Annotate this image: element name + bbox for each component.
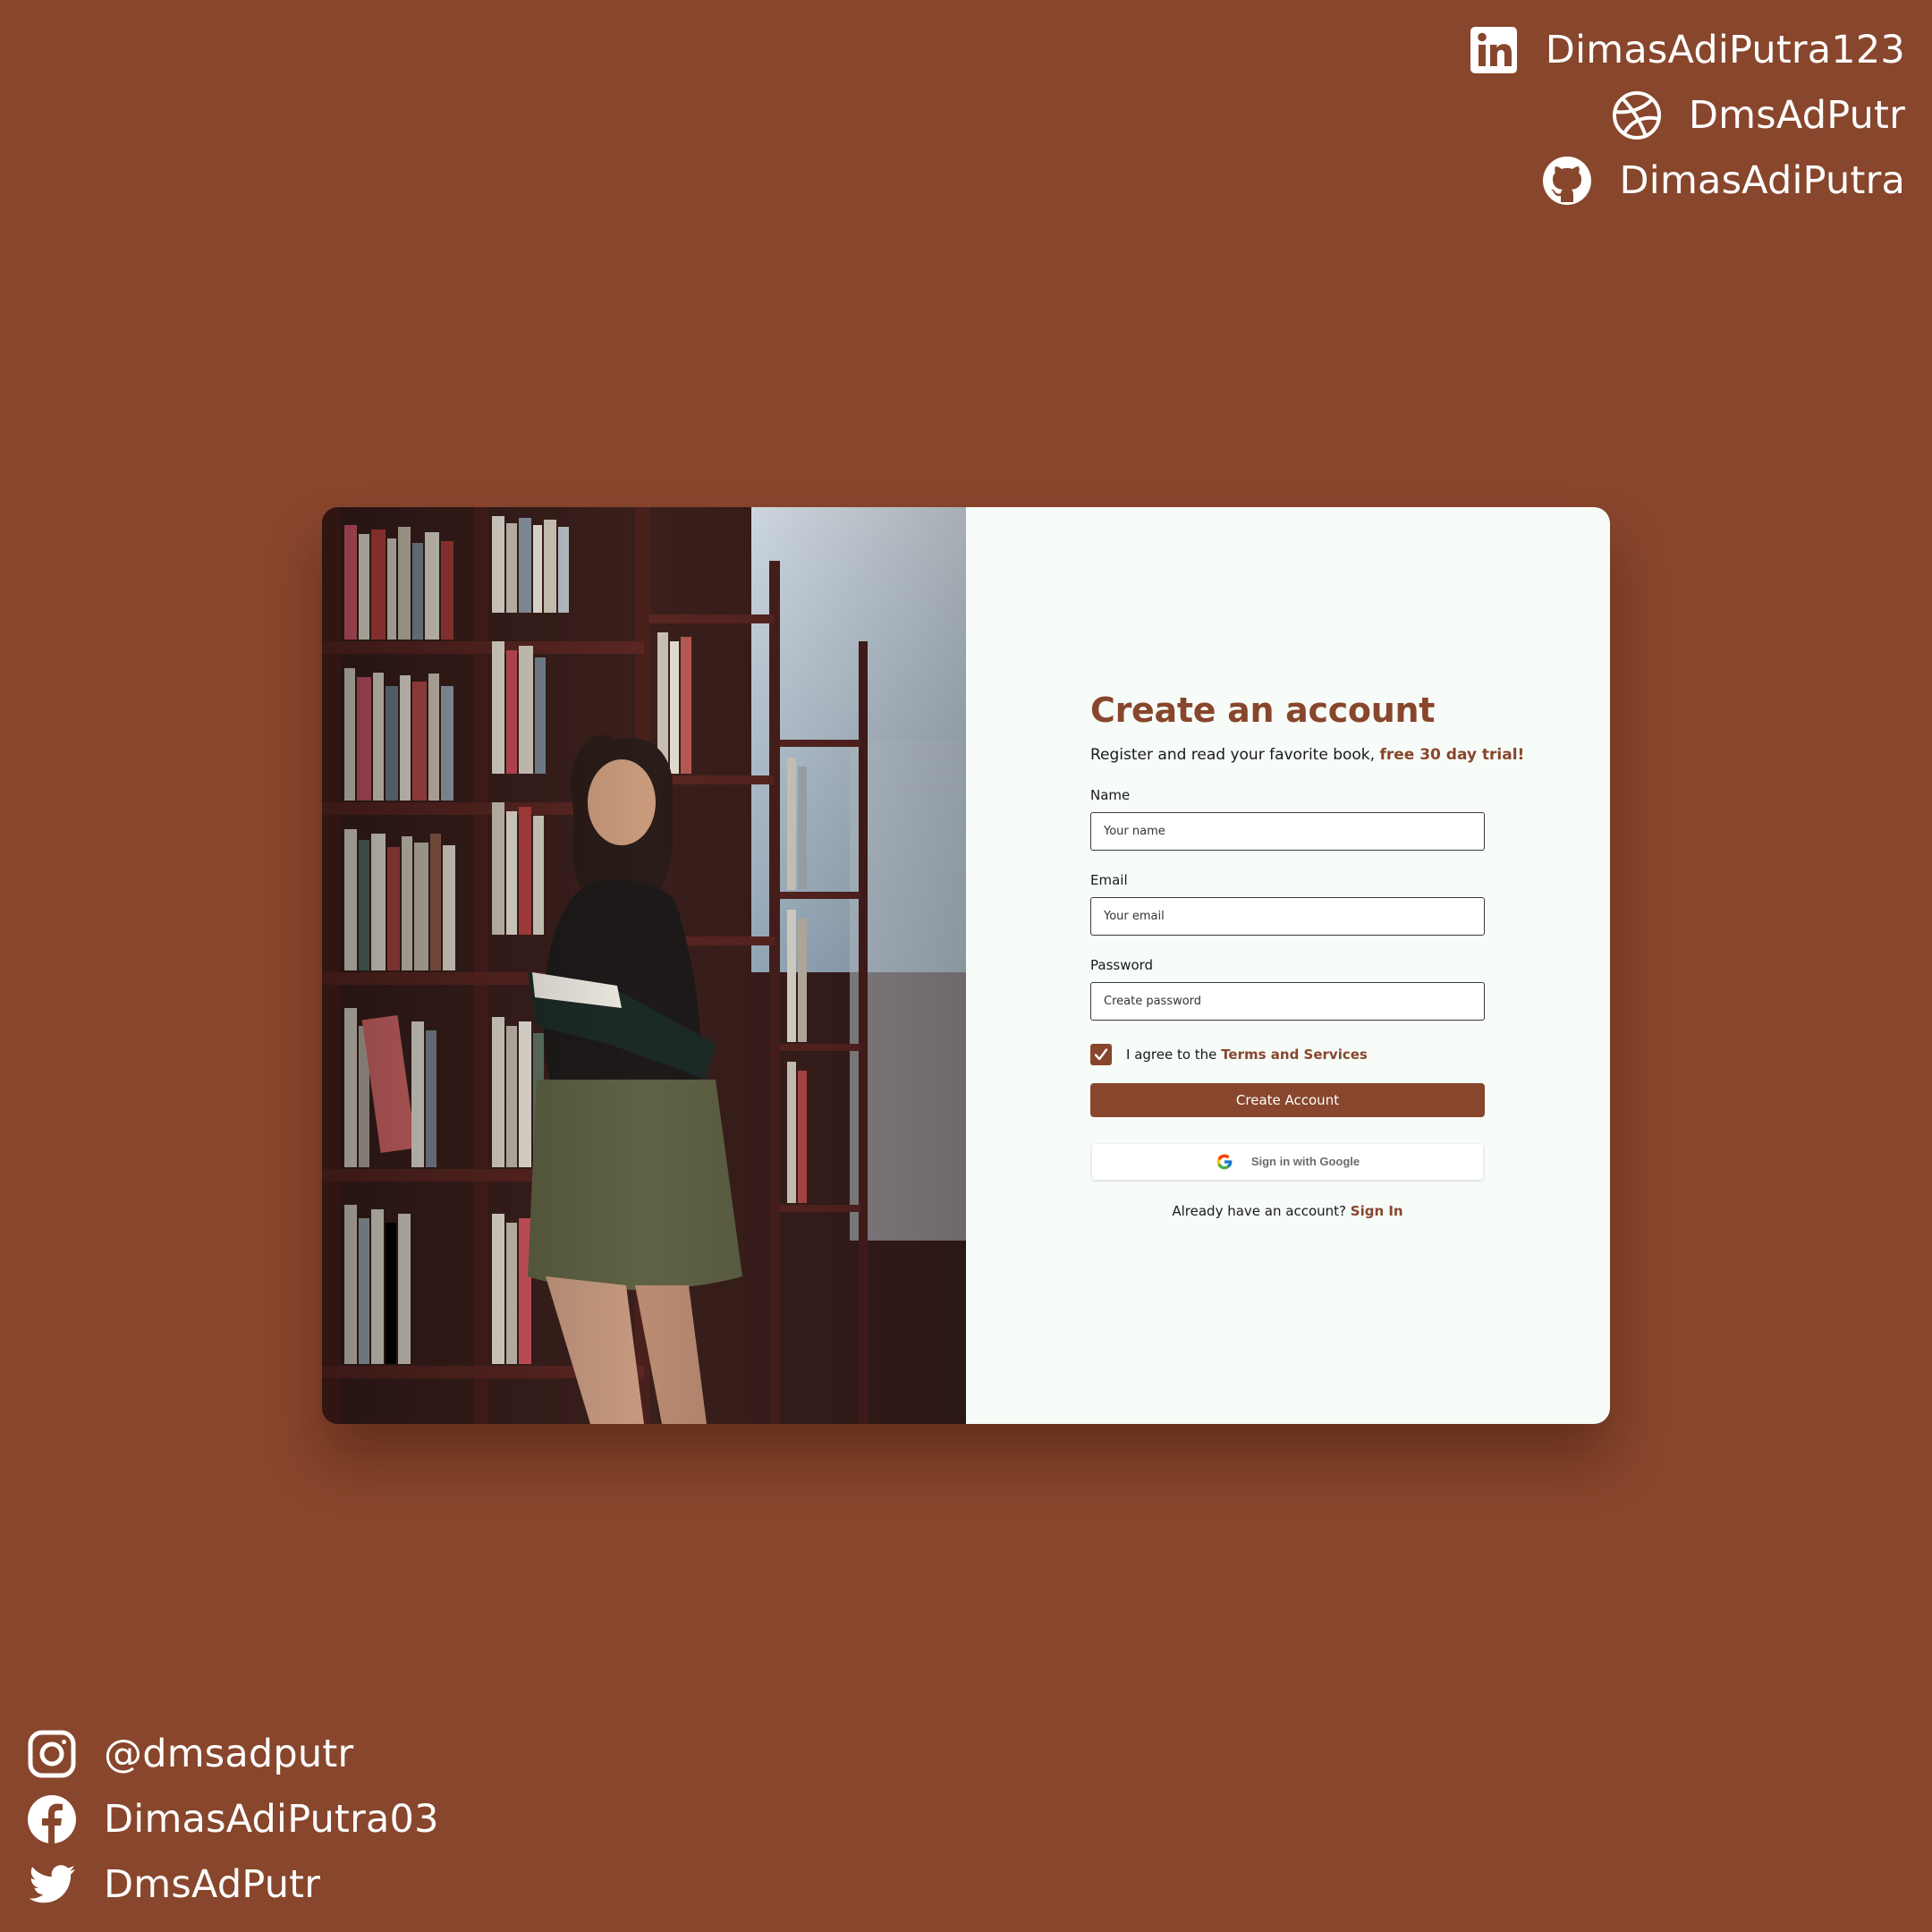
trial-highlight: free 30 day trial! — [1379, 745, 1525, 764]
subtitle-text: Register and read your favorite book, — [1090, 745, 1380, 764]
social-handle: DimasAdiPutra123 — [1545, 27, 1905, 72]
google-button-label: Sign in with Google — [1250, 1155, 1360, 1169]
terms-agreement: I agree to the Terms and Services — [1090, 1043, 1485, 1065]
email-input[interactable] — [1090, 896, 1485, 936]
create-account-button[interactable]: Create Account — [1090, 1082, 1485, 1117]
github-icon — [1542, 156, 1592, 206]
social-link-facebook[interactable]: DimasAdiPutra03 — [27, 1792, 439, 1845]
social-link-github[interactable]: DimasAdiPutra — [1542, 154, 1905, 207]
email-label: Email — [1090, 871, 1128, 888]
agree-text: I agree to the — [1126, 1046, 1222, 1063]
password-input[interactable] — [1090, 981, 1485, 1021]
facebook-icon — [27, 1794, 77, 1844]
social-links-top: DimasAdiPutra123 DmsAdPutr DimasAdiPutra — [1469, 23, 1905, 207]
checkmark-icon — [1094, 1047, 1108, 1060]
terms-text: I agree to the Terms and Services — [1126, 1046, 1368, 1063]
instagram-icon — [27, 1729, 77, 1779]
signup-card: Create an account Register and read your… — [322, 507, 1610, 1424]
linkedin-icon — [1469, 25, 1519, 75]
social-link-linkedin[interactable]: DimasAdiPutra123 — [1469, 23, 1905, 76]
subtitle: Register and read your favorite book, fr… — [1090, 745, 1524, 764]
terms-link[interactable]: Terms and Services — [1221, 1046, 1368, 1063]
social-links-bottom: @dmsadputr DimasAdiPutra03 DmsAdPutr — [27, 1727, 439, 1911]
social-handle: @dmsadputr — [104, 1731, 354, 1776]
signin-text: Already have an account? — [1172, 1202, 1351, 1219]
social-handle: DimasAdiPutra — [1619, 157, 1905, 203]
password-label: Password — [1090, 956, 1154, 973]
social-link-instagram[interactable]: @dmsadputr — [27, 1727, 353, 1780]
signup-form: Create an account Register and read your… — [1090, 691, 1524, 1219]
name-field-group: Name — [1090, 787, 1485, 851]
social-handle: DmsAdPutr — [1688, 92, 1905, 138]
name-label: Name — [1090, 786, 1131, 803]
email-field-group: Email — [1090, 872, 1485, 936]
bookstore-photo — [322, 507, 966, 1424]
social-link-twitter[interactable]: DmsAdPutr — [27, 1858, 320, 1911]
google-signin-button[interactable]: Sign in with Google — [1092, 1143, 1483, 1180]
name-input[interactable] — [1090, 811, 1485, 851]
terms-checkbox[interactable] — [1090, 1043, 1112, 1065]
signin-link[interactable]: Sign In — [1351, 1203, 1403, 1219]
signin-prompt: Already have an account? Sign In — [1090, 1203, 1485, 1219]
social-handle: DmsAdPutr — [104, 1861, 321, 1907]
twitter-icon — [27, 1860, 77, 1910]
google-icon — [1216, 1154, 1233, 1169]
password-field-group: Password — [1090, 957, 1485, 1021]
signup-form-panel: Create an account Register and read your… — [966, 507, 1610, 1424]
dribbble-icon — [1612, 90, 1662, 140]
social-link-dribbble[interactable]: DmsAdPutr — [1612, 89, 1905, 141]
page-title: Create an account — [1090, 691, 1436, 730]
social-handle: DimasAdiPutra03 — [104, 1796, 439, 1842]
